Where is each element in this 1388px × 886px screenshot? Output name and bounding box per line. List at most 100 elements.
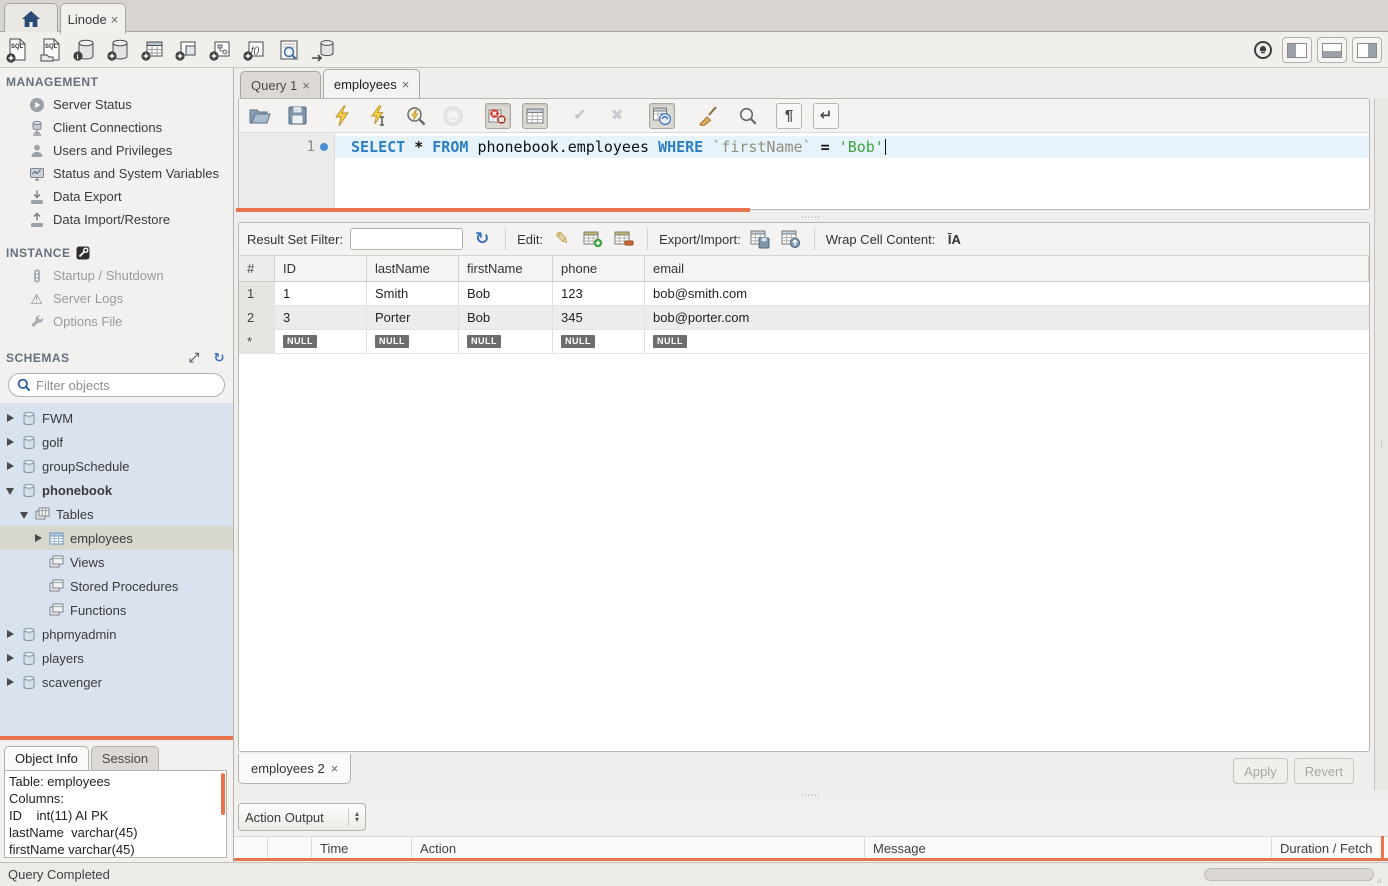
new-sql-tab-icon[interactable]: SQL (0, 35, 34, 65)
home-tab[interactable] (4, 3, 58, 33)
column-header-email[interactable]: email (645, 256, 1369, 281)
column-header-rownum[interactable]: # (239, 256, 275, 281)
sidebar-item-startup-shutdown[interactable]: Startup / Shutdown (0, 264, 233, 287)
connection-tab-linode[interactable]: Linode × (60, 3, 126, 34)
tab-session[interactable]: Session (91, 746, 159, 770)
right-sidebar-splitter[interactable]: ⁝ (1374, 98, 1388, 790)
expand-schemas-icon[interactable]: ⤢ (189, 350, 200, 366)
sidebar-item-server-logs[interactable]: ⚠Server Logs (0, 287, 233, 310)
expander-icon[interactable] (6, 630, 15, 639)
tree-item-tables-folder[interactable]: Tables (0, 502, 233, 526)
new-table-icon[interactable] (136, 35, 170, 65)
sidebar-item-client-connections[interactable]: Client Connections (0, 116, 233, 139)
search-table-data-icon[interactable] (272, 35, 306, 65)
notification-icon[interactable] (1249, 35, 1277, 65)
horizontal-scrollbar-thumb[interactable] (1204, 868, 1374, 881)
output-splitter[interactable]: ⋯⋯ (234, 790, 1388, 800)
expander-icon[interactable] (6, 462, 15, 471)
new-schema-icon[interactable] (102, 35, 136, 65)
close-icon[interactable]: × (331, 761, 339, 776)
column-header-lastname[interactable]: lastName (367, 256, 459, 281)
table-row-new[interactable]: * NULL NULL NULL NULL NULL (239, 330, 1369, 354)
wrap-text-icon[interactable]: ↵ (813, 103, 839, 129)
tree-item-schema-phonebook[interactable]: phonebook (0, 478, 233, 502)
tree-item-schema-groupschedule[interactable]: groupSchedule (0, 454, 233, 478)
tree-item-schema-golf[interactable]: golf (0, 430, 233, 454)
close-icon[interactable]: × (111, 12, 119, 27)
resize-grip-icon[interactable]: ⣠ (1376, 874, 1386, 884)
expander-icon[interactable] (6, 438, 15, 447)
tab-query-1[interactable]: Query 1 × (240, 71, 321, 98)
edit-cell-icon[interactable]: ✎ (550, 228, 574, 250)
sidebar-item-data-export[interactable]: Data Export (0, 185, 233, 208)
toggle-autocommit-icon[interactable] (649, 103, 675, 129)
sidebar-item-options-file[interactable]: Options File (0, 310, 233, 333)
new-function-icon[interactable]: f() (238, 35, 272, 65)
tab-employees-2[interactable]: employees 2 × (238, 754, 351, 784)
new-view-icon[interactable] (170, 35, 204, 65)
save-icon[interactable] (284, 103, 310, 129)
commit-icon[interactable]: ✔ (567, 103, 593, 129)
tree-item-views-folder[interactable]: Views (0, 550, 233, 574)
column-header-id[interactable]: ID (275, 256, 367, 281)
import-recordset-icon[interactable] (779, 228, 803, 250)
tree-item-schema-scavenger[interactable]: scavenger (0, 670, 233, 694)
new-procedure-icon[interactable] (204, 35, 238, 65)
expander-icon[interactable] (6, 414, 15, 423)
revert-button[interactable]: Revert (1294, 758, 1354, 784)
filter-objects-input[interactable] (36, 378, 216, 393)
toggle-right-sidebar-button[interactable] (1352, 37, 1382, 63)
expander-icon[interactable] (6, 654, 15, 663)
output-col-message[interactable]: Message (865, 837, 1272, 859)
tree-item-schema-phpmyadmin[interactable]: phpmyadmin (0, 622, 233, 646)
schema-inspector-icon[interactable]: i (68, 35, 102, 65)
insert-row-icon[interactable] (581, 228, 605, 250)
close-icon[interactable]: × (302, 78, 310, 93)
sidebar-item-status-system-variables[interactable]: Status and System Variables (0, 162, 233, 185)
toggle-stop-on-error-icon[interactable] (485, 103, 511, 129)
tree-item-stored-procedures-folder[interactable]: Stored Procedures (0, 574, 233, 598)
expander-icon[interactable] (34, 534, 43, 543)
refresh-result-icon[interactable]: ↻ (470, 228, 494, 250)
refresh-schemas-icon[interactable]: ↻ (214, 350, 225, 366)
sidebar-item-data-import[interactable]: Data Import/Restore (0, 208, 233, 231)
delete-row-icon[interactable] (612, 228, 636, 250)
tree-item-functions-folder[interactable]: Functions (0, 598, 233, 622)
limit-rows-icon[interactable] (522, 103, 548, 129)
rollback-icon[interactable]: ✖ (604, 103, 630, 129)
sidebar-item-users-privileges[interactable]: Users and Privileges (0, 139, 233, 162)
editor-result-splitter[interactable]: ⋯⋯ (234, 212, 1388, 222)
find-icon[interactable] (735, 103, 761, 129)
toggle-left-sidebar-button[interactable] (1282, 37, 1312, 63)
object-info-scrollbar[interactable] (221, 773, 225, 815)
output-selector[interactable]: Action Output ▴▾ (238, 803, 366, 831)
stop-query-icon[interactable] (440, 103, 466, 129)
open-sql-script-icon[interactable]: SQL (34, 35, 68, 65)
column-header-phone[interactable]: phone (553, 256, 645, 281)
column-header-firstname[interactable]: firstName (459, 256, 553, 281)
apply-button[interactable]: Apply (1233, 758, 1288, 784)
reconnect-dbms-icon[interactable] (306, 35, 340, 65)
open-file-icon[interactable] (247, 103, 273, 129)
beautify-sql-icon[interactable] (694, 103, 720, 129)
execute-query-icon[interactable] (329, 103, 355, 129)
sidebar-item-server-status[interactable]: Server Status (0, 93, 233, 116)
execute-current-statement-icon[interactable] (366, 103, 392, 129)
tree-item-schema-fwm[interactable]: FWM (0, 406, 233, 430)
result-filter-input[interactable] (350, 228, 463, 250)
tab-employees[interactable]: employees × (323, 69, 420, 98)
toggle-bottom-panel-button[interactable] (1317, 37, 1347, 63)
sql-code-area[interactable]: 1 SELECT * FROM phonebook.employees WHER… (239, 133, 1369, 209)
expander-icon[interactable] (20, 510, 29, 519)
tree-item-table-employees[interactable]: employees (0, 526, 233, 550)
output-col-time[interactable]: Time (312, 837, 412, 859)
sql-text[interactable]: SELECT * FROM phonebook.employees WHERE … (335, 133, 1369, 209)
tab-object-info[interactable]: Object Info (4, 746, 89, 770)
table-row[interactable]: 2 3 Porter Bob 345 bob@porter.com (239, 306, 1369, 330)
table-row[interactable]: 1 1 Smith Bob 123 bob@smith.com (239, 282, 1369, 306)
expander-icon[interactable] (6, 486, 15, 495)
tree-item-schema-players[interactable]: players (0, 646, 233, 670)
output-col-action[interactable]: Action (412, 837, 865, 859)
export-recordset-icon[interactable] (748, 228, 772, 250)
output-col-duration[interactable]: Duration / Fetch (1272, 837, 1388, 859)
